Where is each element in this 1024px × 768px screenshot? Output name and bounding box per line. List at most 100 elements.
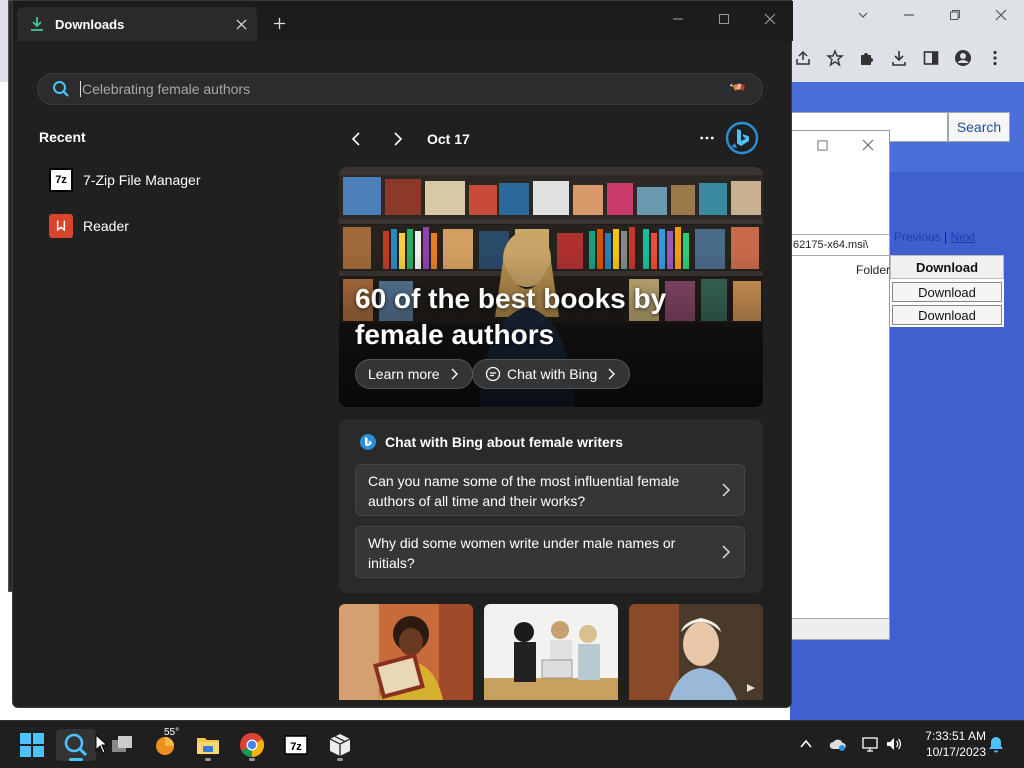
bing-chat-icon[interactable]: [725, 121, 759, 155]
tray-overflow-button[interactable]: [796, 734, 816, 754]
menu-kebab-icon[interactable]: [986, 49, 1004, 67]
close-icon: [995, 9, 1007, 21]
search-icon: [53, 81, 69, 97]
chat-bubble-icon: [485, 366, 501, 382]
clock-time: 7:33:51 AM: [925, 729, 986, 743]
tab-downloads[interactable]: Downloads: [17, 7, 257, 41]
speaker-icon: [887, 738, 902, 750]
profile-icon[interactable]: [954, 49, 972, 67]
mouse-cursor-icon: [95, 734, 109, 754]
recent-item-reader[interactable]: Reader: [41, 208, 301, 244]
bing-chat-card: Chat with Bing about female writers Can …: [339, 419, 763, 593]
chrome-button[interactable]: [232, 729, 272, 761]
7zip-taskbar-button[interactable]: 7z: [276, 729, 316, 761]
restore-icon: [950, 10, 960, 20]
search-input[interactable]: [82, 81, 682, 97]
weather-temperature: 55°: [164, 727, 180, 738]
download-button-2[interactable]: Download: [892, 305, 1002, 325]
task-view-icon: [112, 736, 132, 752]
package-app-button[interactable]: [320, 729, 360, 761]
notifications-button[interactable]: [986, 734, 1006, 754]
dialog-close-button[interactable]: [858, 136, 878, 154]
minimize-icon: [673, 18, 683, 20]
windows-logo-icon: [20, 733, 44, 757]
page-search-button[interactable]: Search: [948, 112, 1010, 142]
more-options-button[interactable]: [695, 127, 719, 149]
search-box[interactable]: [37, 73, 763, 105]
browser-tab-list-button[interactable]: [840, 2, 886, 28]
learn-more-label: Learn more: [368, 366, 440, 382]
package-box-icon: [329, 734, 351, 756]
network-icon: [862, 737, 878, 752]
chevron-right-icon: [394, 132, 403, 146]
hero-title[interactable]: 60 of the best books by female authors: [355, 281, 675, 353]
women-with-laptop-photo: [484, 604, 618, 700]
chevron-up-icon: [800, 739, 812, 748]
next-link[interactable]: Next: [951, 230, 976, 244]
7zip-icon: 7z: [49, 168, 73, 192]
clock-date: 10/17/2023: [925, 745, 986, 759]
download-button-1[interactable]: Download: [892, 282, 1002, 302]
extensions-icon[interactable]: [858, 49, 876, 67]
chat-question-1[interactable]: Can you name some of the most influentia…: [355, 464, 745, 516]
bell-icon: [989, 737, 1003, 753]
recent-item-label: 7-Zip File Manager: [83, 172, 201, 188]
dialog-footer: [788, 618, 890, 640]
woman-reading-photo: [339, 604, 473, 700]
tab-bar: Downloads: [13, 1, 793, 41]
chat-question-2[interactable]: Why did some women write under male name…: [355, 526, 745, 578]
plus-icon: [273, 17, 285, 29]
download-icon: [31, 17, 43, 31]
tab-close-button[interactable]: [229, 12, 253, 36]
thumbnail-card-portrait[interactable]: [629, 604, 763, 700]
recent-item-label: Reader: [83, 218, 129, 234]
search-highlight-illustration-icon: [729, 83, 745, 91]
svg-text:7z: 7z: [290, 741, 302, 753]
next-day-button[interactable]: [383, 125, 411, 153]
network-tray-icon[interactable]: [860, 734, 880, 754]
cloud-icon: [829, 739, 846, 751]
onedrive-tray-icon[interactable]: [828, 734, 848, 754]
volume-tray-icon[interactable]: [884, 734, 904, 754]
chevron-right-icon: [722, 545, 731, 559]
close-icon: [862, 139, 874, 151]
running-indicator: [337, 758, 343, 761]
maximize-button[interactable]: [701, 5, 747, 33]
chevron-down-icon: [858, 12, 868, 18]
file-explorer-button[interactable]: [188, 729, 228, 761]
close-button[interactable]: [747, 5, 793, 33]
browser-minimize-button[interactable]: [886, 2, 932, 28]
system-clock[interactable]: 7:33:51 AM 10/17/2023: [912, 728, 986, 760]
share-icon[interactable]: [794, 49, 812, 67]
chat-question-text: Can you name some of the most influentia…: [368, 473, 680, 509]
thumbnail-card-group[interactable]: [484, 604, 618, 700]
new-tab-button[interactable]: [269, 13, 289, 33]
learn-more-button[interactable]: Learn more: [355, 359, 473, 389]
browser-close-button[interactable]: [978, 2, 1024, 28]
thumbnail-card-reader[interactable]: [339, 604, 473, 700]
folder-column-label: Folder: [856, 263, 891, 277]
close-icon: [235, 18, 247, 30]
chat-with-bing-button[interactable]: Chat with Bing: [472, 359, 631, 389]
file-path-field[interactable]: 62175-x64.msi\: [790, 234, 890, 256]
more-horizontal-icon: [700, 136, 714, 140]
7zip-icon: 7z: [284, 735, 308, 755]
maximize-icon: [816, 139, 828, 151]
download-icon[interactable]: [890, 49, 908, 67]
installer-dialog: [790, 130, 890, 640]
previous-link[interactable]: Previous: [894, 230, 941, 244]
previous-day-button[interactable]: [343, 125, 371, 153]
browser-restore-button[interactable]: [932, 2, 978, 28]
recent-item-7zip[interactable]: 7z 7-Zip File Manager: [41, 162, 301, 198]
taskbar-search-button[interactable]: [56, 729, 96, 761]
hero-card[interactable]: 60 of the best books by female authors L…: [339, 167, 763, 407]
text-caret: [80, 81, 81, 97]
bookmark-star-icon[interactable]: [826, 49, 844, 67]
folder-icon: [197, 738, 219, 754]
side-panel-icon[interactable]: [922, 49, 940, 67]
dialog-maximize-button[interactable]: [812, 136, 832, 154]
browser-toolbar: [790, 40, 1024, 76]
minimize-button[interactable]: [655, 5, 701, 33]
start-button[interactable]: [12, 729, 52, 761]
chat-card-header: Chat with Bing about female writers: [359, 433, 623, 451]
